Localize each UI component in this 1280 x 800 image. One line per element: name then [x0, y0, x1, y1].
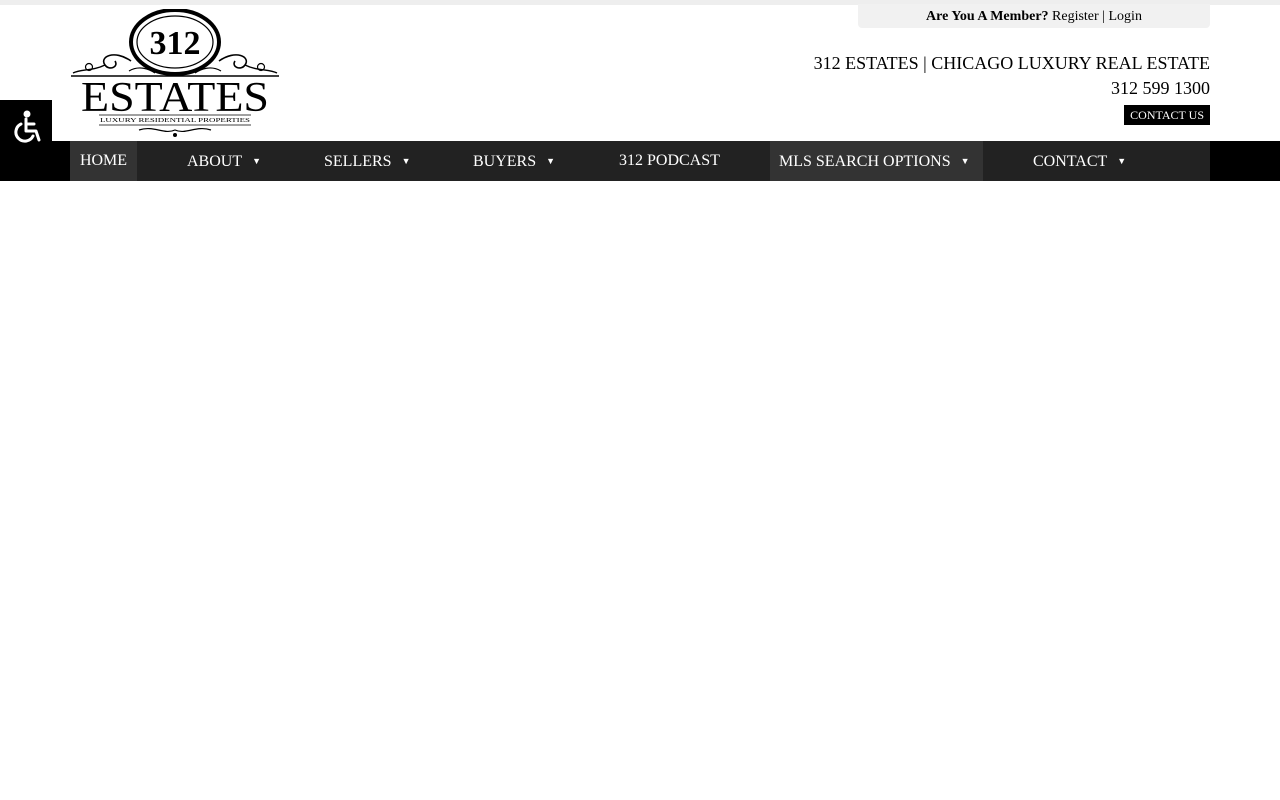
logo-number: 312 [150, 25, 201, 62]
nav-item-mls-search[interactable]: MLS SEARCH OPTIONS ▼ [770, 141, 983, 181]
main-nav: HOME ABOUT ▼ SELLERS ▼ BUYERS ▼ 312 PODCAST… [70, 141, 1210, 181]
nav-item-label: MLS SEARCH OPTIONS [779, 153, 951, 170]
nav-item-label: HOME [79, 152, 128, 169]
nav-item-buyers[interactable]: BUYERS ▼ [473, 141, 555, 181]
nav-item-home[interactable]: HOME [70, 141, 137, 181]
nav-item-contact[interactable]: CONTACT ▼ [1033, 141, 1126, 181]
caret-down-icon: ▼ [546, 156, 556, 166]
nav-item-label: SELLERS [324, 153, 392, 170]
nav-item-about[interactable]: ABOUT ▼ [187, 141, 261, 181]
phone-number[interactable]: 312 599 1300 [1111, 78, 1210, 99]
member-bar: Are You A Member? Register | Login [858, 4, 1210, 28]
nav-item-sellers[interactable]: SELLERS ▼ [324, 141, 410, 181]
nav-item-label: 312 PODCAST [619, 152, 720, 169]
site-logo[interactable]: 312 ESTATES LUXURY RESIDENTIAL PROPERTIE… [69, 9, 281, 139]
member-separator: | [1102, 9, 1105, 24]
caret-down-icon: ▼ [960, 156, 970, 166]
nav-item-label: CONTACT [1033, 153, 1108, 170]
contact-us-button[interactable]: CONTACT US [1124, 105, 1210, 125]
logo-subtitle: LUXURY RESIDENTIAL PROPERTIES [100, 117, 251, 124]
site-tagline: 312 ESTATES | CHICAGO LUXURY REAL ESTATE [813, 53, 1210, 73]
login-link[interactable]: Login [1109, 9, 1142, 24]
caret-down-icon: ▼ [252, 156, 262, 166]
logo-name: ESTATES [81, 75, 269, 121]
register-link[interactable]: Register [1052, 9, 1099, 24]
accessibility-button[interactable] [0, 100, 52, 152]
logo-graphic: 312 ESTATES LUXURY RESIDENTIAL PROPERTIE… [71, 9, 279, 137]
main-nav-bar: HOME ABOUT ▼ SELLERS ▼ BUYERS ▼ 312 PODCAST… [0, 141, 1280, 181]
nav-item-label: ABOUT [187, 153, 243, 170]
member-prompt: Are You A Member? [926, 9, 1049, 24]
caret-down-icon: ▼ [1117, 156, 1127, 166]
nav-item-podcast[interactable]: 312 PODCAST [619, 141, 720, 181]
nav-item-label: BUYERS [473, 153, 537, 170]
caret-down-icon: ▼ [401, 156, 411, 166]
wheelchair-icon [14, 110, 41, 143]
